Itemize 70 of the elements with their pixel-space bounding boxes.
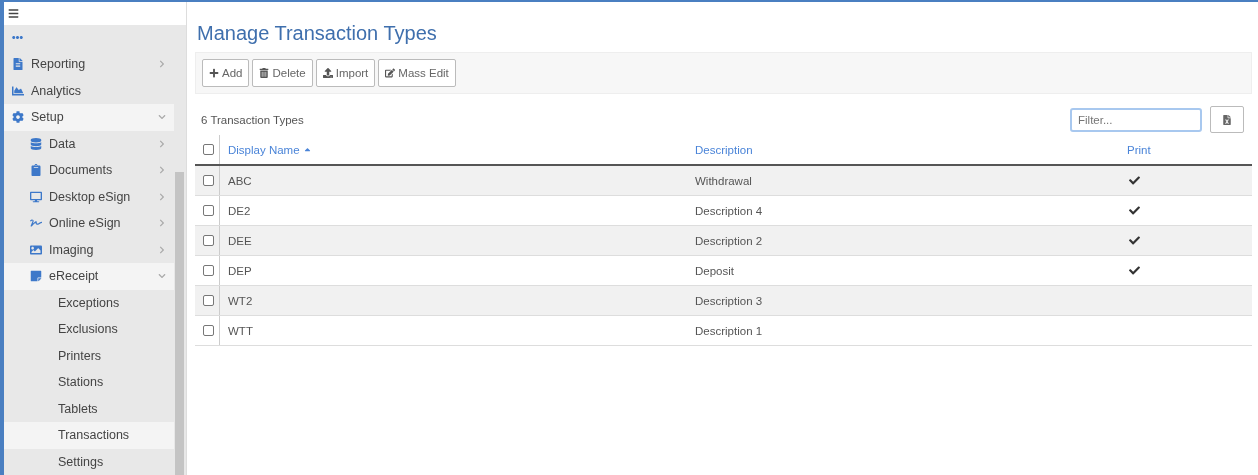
sidebar-item[interactable]: Transactions — [4, 422, 174, 449]
sidebar-item[interactable]: Setup — [4, 104, 174, 131]
sidebar-item[interactable]: Exclusions — [4, 316, 174, 343]
checkbox[interactable] — [203, 144, 214, 155]
sidebar-item[interactable]: Tablets — [4, 395, 174, 422]
sidebar-item[interactable]: Data — [4, 130, 174, 157]
image-icon — [30, 243, 42, 256]
checkbox[interactable] — [203, 265, 214, 276]
record-count: 6 Transaction Types — [201, 113, 304, 126]
table-cell: WTT — [219, 316, 687, 345]
scrollbar[interactable] — [175, 172, 184, 475]
toolbar-button[interactable]: Mass Edit — [378, 59, 456, 87]
sidebar-item[interactable]: Settings — [4, 448, 174, 475]
checkbox[interactable] — [203, 295, 214, 306]
menu-icon[interactable] — [8, 7, 19, 19]
page-title: Manage Transaction Types — [196, 21, 438, 46]
chevron-right-icon — [158, 166, 166, 175]
sidebar-item[interactable]: Imaging — [4, 236, 174, 263]
checkbox[interactable] — [203, 325, 214, 336]
sidebar-item[interactable]: Desktop eSign — [4, 183, 174, 210]
sidebar-item[interactable]: Printers — [4, 342, 174, 369]
checkbox[interactable] — [203, 175, 214, 186]
table-cell: DE2 — [219, 196, 687, 225]
export-button[interactable] — [1210, 106, 1244, 133]
table-cell-text: Withdrawal — [694, 173, 753, 189]
table-cell: DEP — [219, 256, 687, 285]
checkbox[interactable] — [203, 235, 214, 246]
checkbox[interactable] — [203, 205, 214, 216]
edit-icon — [385, 68, 396, 78]
table-cell-text: Description 3 — [694, 293, 764, 309]
toolbar-button[interactable]: Import — [315, 59, 376, 87]
table-cell: ABC — [219, 166, 687, 195]
clipboard-icon — [30, 164, 42, 177]
trash-icon — [259, 68, 270, 78]
chevron-down-icon — [158, 113, 166, 122]
note-icon — [30, 270, 42, 283]
column-header[interactable]: Description — [687, 135, 1127, 164]
plus-icon — [209, 68, 219, 78]
sidebar-item[interactable]: Documents — [4, 157, 174, 184]
column-header[interactable]: Print — [1127, 135, 1252, 164]
database-icon — [30, 137, 42, 150]
toolbar-button[interactable]: Delete — [252, 59, 313, 87]
upload-icon — [322, 68, 333, 78]
area-chart-icon — [12, 84, 24, 97]
sidebar-item[interactable]: Online eSign — [4, 210, 174, 237]
sort-icon — [302, 145, 312, 154]
sidebar-item[interactable]: Reporting — [4, 51, 174, 78]
file-icon — [12, 58, 24, 71]
column-header[interactable]: Display Name — [219, 135, 687, 164]
chevron-right-icon — [158, 219, 166, 228]
sidebar-item[interactable]: Exceptions — [4, 289, 174, 316]
chevron-right-icon — [158, 245, 166, 254]
filter-field[interactable]: Filter... — [1070, 107, 1202, 132]
table-cell: DEE — [219, 226, 687, 255]
table-cell-text: Deposit — [694, 263, 735, 279]
chevron-right-icon — [158, 139, 166, 148]
table-cell-text: Description 2 — [694, 233, 764, 249]
chevron-right-icon — [158, 60, 166, 69]
spreadsheet-icon — [1222, 114, 1232, 125]
table-cell-text: Description 4 — [694, 203, 764, 219]
chevron-right-icon — [158, 192, 166, 201]
sidebar-item[interactable]: eReceipt — [4, 263, 174, 290]
sidebar-item[interactable]: Analytics — [4, 77, 174, 104]
table-cell: WT2 — [219, 286, 687, 315]
gear-icon — [12, 111, 24, 124]
toolbar-button[interactable]: Add — [202, 59, 250, 87]
chevron-down-icon — [158, 272, 166, 281]
table-cell-text: Description 1 — [694, 323, 764, 339]
sidebar-item[interactable]: Stations — [4, 369, 174, 396]
monitor-icon — [30, 190, 42, 203]
